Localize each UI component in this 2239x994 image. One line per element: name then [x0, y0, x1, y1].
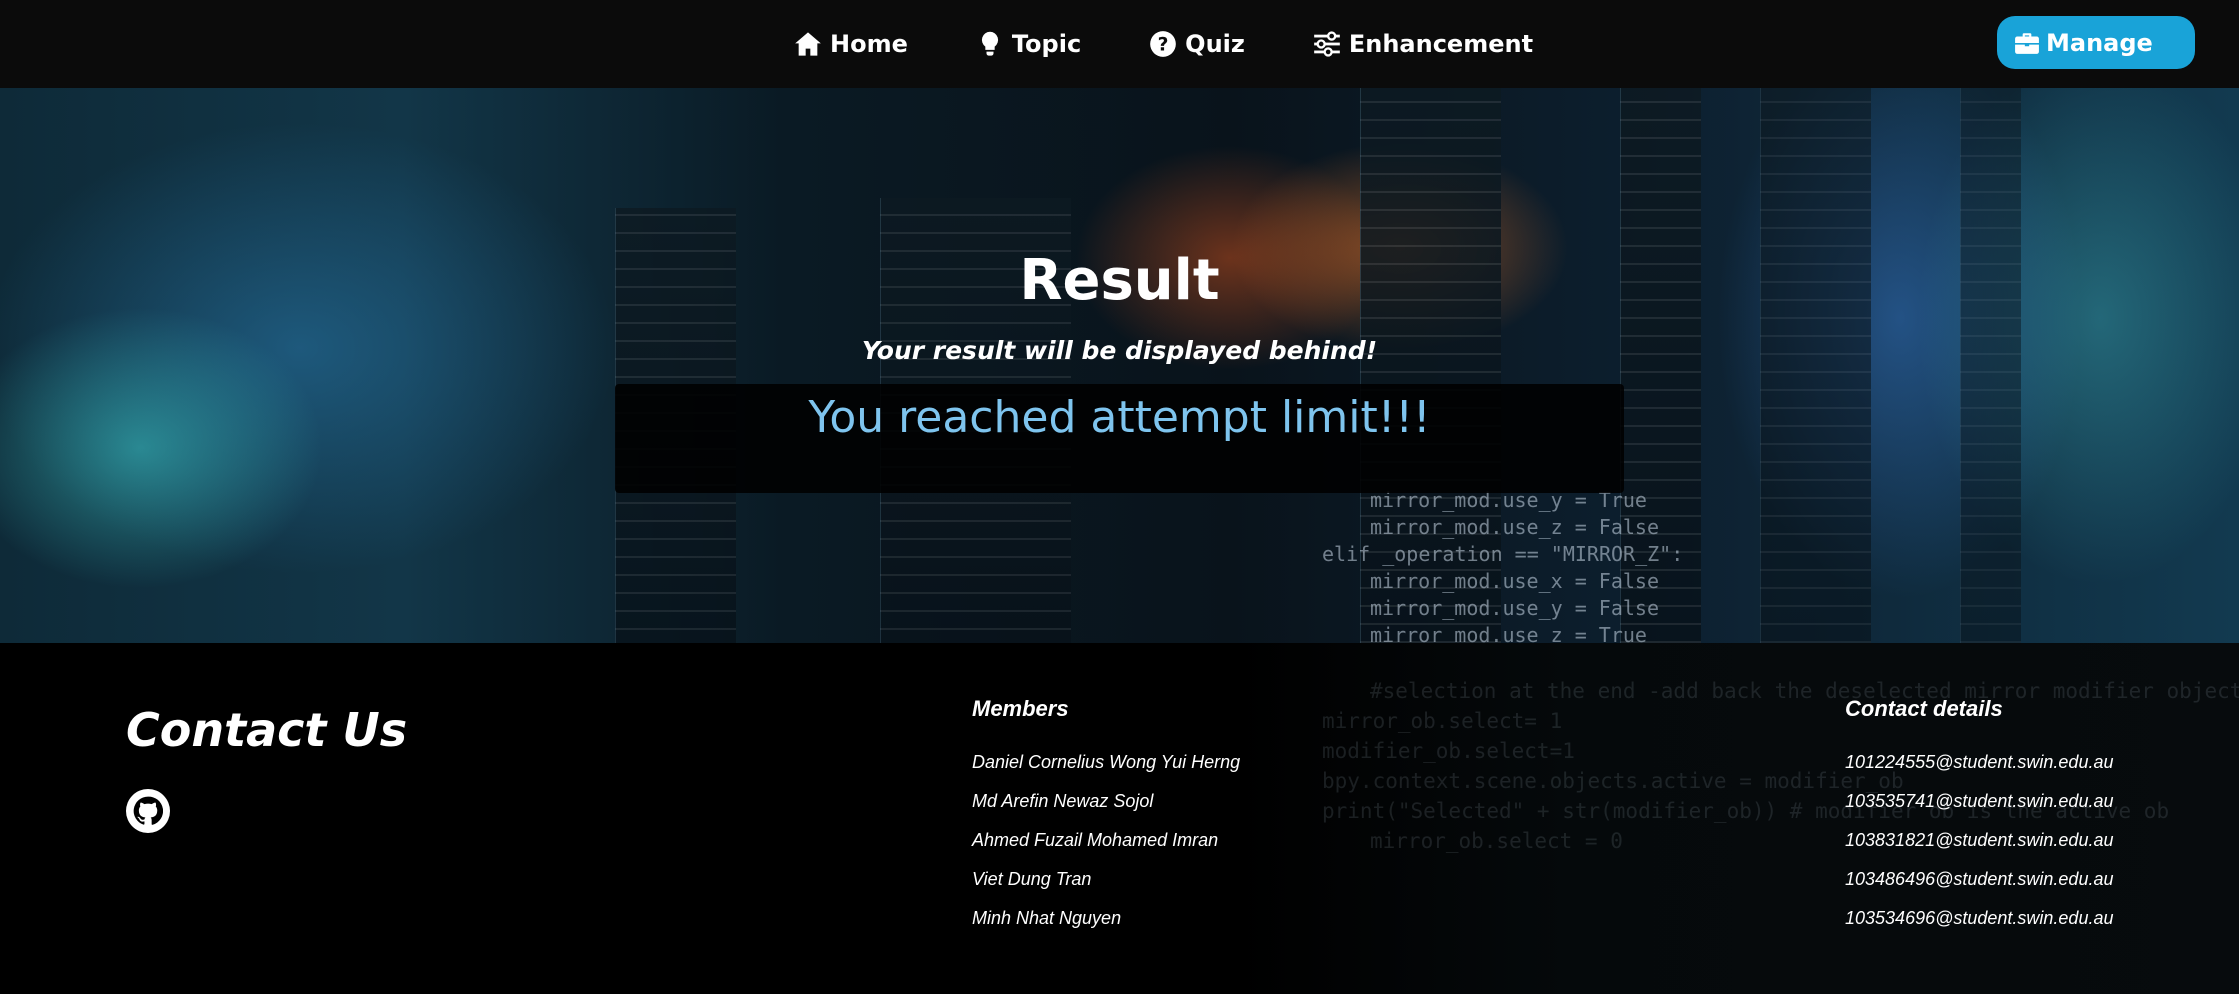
footer: #selection at the end -add back the dese…: [0, 643, 2239, 994]
background-code-line: mirror_mod.use_y = False: [1370, 596, 1659, 620]
background-code-line: elif _operation == "MIRROR_Z":: [1322, 542, 1684, 566]
top-navbar: Home Topic ? Quiz Enhancement Manage: [0, 0, 2239, 88]
question-circle-icon: ?: [1150, 31, 1177, 57]
member-name: Viet Dung Tran: [972, 869, 1092, 889]
nav-links: Home Topic ? Quiz Enhancement: [794, 0, 1601, 88]
background-code-line: mirror_mod.use_z = False: [1370, 515, 1659, 539]
background-code-line: mirror_mod.use_x = False: [1370, 569, 1659, 593]
result-subtitle: Your result will be displayed behind!: [861, 336, 1378, 365]
member-email: 103534696@student.swin.edu.au: [1845, 908, 2114, 928]
member-email: 103486496@student.swin.edu.au: [1845, 869, 2114, 889]
result-hero: mirror_mod.use_y = True mirror_mod.use_z…: [0, 88, 2239, 643]
nav-quiz-label: Quiz: [1185, 30, 1245, 58]
nav-home-label: Home: [830, 30, 908, 58]
contact-us-title: Contact Us: [126, 703, 408, 757]
member-name: Md Arefin Newaz Sojol: [972, 791, 1154, 811]
member-name: Daniel Cornelius Wong Yui Herng: [972, 752, 1241, 772]
server-rack-graphic: [1760, 88, 1871, 643]
github-link[interactable]: [126, 789, 170, 833]
github-icon: [133, 796, 163, 825]
sliders-icon: [1314, 31, 1340, 57]
background-code-line: mirror_ob.select= 1: [1322, 709, 1563, 733]
home-icon: [795, 32, 821, 56]
server-rack-graphic: [1960, 88, 2021, 643]
nav-topic-label: Topic: [1011, 30, 1082, 58]
manage-button[interactable]: Manage: [1997, 16, 2195, 69]
manage-label: Manage: [2046, 28, 2153, 57]
nav-home-link[interactable]: Home: [794, 30, 908, 58]
nav-quiz-link[interactable]: ? Quiz: [1149, 30, 1245, 58]
nav-enhancement-link[interactable]: Enhancement: [1313, 30, 1533, 58]
member-email: 103831821@student.swin.edu.au: [1845, 830, 2114, 850]
result-title: Result: [1019, 248, 1220, 313]
attempt-limit-message: You reached attempt limit!!!: [808, 392, 1431, 443]
nav-topic-link[interactable]: Topic: [976, 30, 1081, 58]
background-code-line: #selection at the end -add back the dese…: [1370, 679, 2239, 703]
contact-details-heading: Contact details: [1845, 696, 2003, 721]
toolbox-icon: [2015, 32, 2039, 54]
background-code-line: modifier_ob.select=1: [1322, 739, 1575, 763]
background-code-line: mirror_mod.use_z = True: [1370, 623, 1647, 643]
nav-enhancement-label: Enhancement: [1348, 30, 1534, 58]
members-list: Daniel Cornelius Wong Yui Herng Md Arefi…: [972, 751, 1240, 946]
members-heading: Members: [972, 696, 1069, 721]
lightbulb-icon: [981, 31, 998, 56]
background-code-line: bpy.context.scene.objects.active = modif…: [1322, 769, 1904, 793]
member-name: Minh Nhat Nguyen: [972, 908, 1122, 928]
background-code-line: mirror_ob.select = 0: [1370, 829, 1623, 853]
result-message-box: You reached attempt limit!!!: [615, 384, 1624, 493]
contact-email-list: 101224555@student.swin.edu.au 103535741@…: [1845, 751, 2113, 946]
member-email: 103535741@student.swin.edu.au: [1845, 791, 2114, 811]
svg-text:?: ?: [1158, 34, 1169, 55]
member-email: 101224555@student.swin.edu.au: [1845, 752, 2114, 772]
member-name: Ahmed Fuzail Mohamed Imran: [972, 830, 1219, 850]
